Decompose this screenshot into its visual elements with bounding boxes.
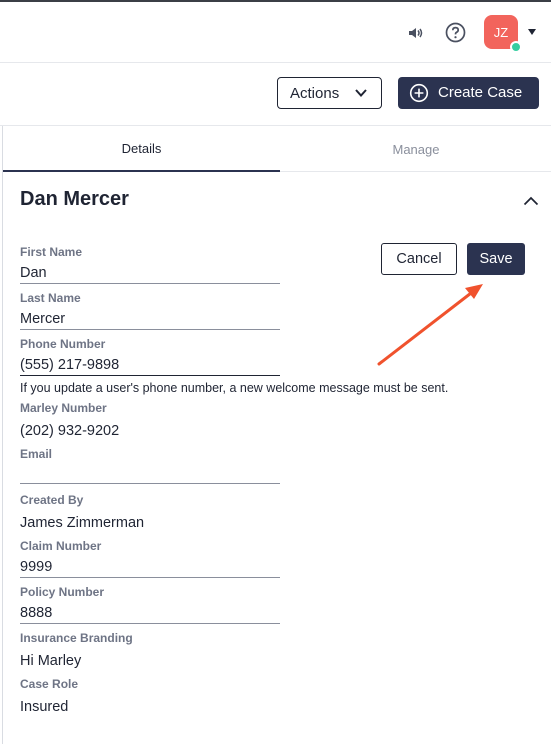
save-button[interactable]: Save (467, 243, 525, 275)
policy-number-label: Policy Number (20, 585, 105, 599)
create-case-button[interactable]: Create Case (398, 77, 539, 109)
chevron-down-icon[interactable] (528, 29, 536, 35)
panel-tabs: Details Manage (3, 126, 551, 172)
plus-circle-icon (409, 83, 429, 103)
annotation-arrow (377, 284, 483, 366)
marley-number-value: (202) 932-9202 (20, 423, 120, 439)
email-input[interactable] (20, 462, 280, 484)
actions-dropdown-button[interactable]: Actions (277, 77, 382, 109)
avatar-initials: JZ (493, 24, 509, 40)
first-name-label: First Name (20, 245, 83, 259)
tab-details[interactable]: Details (3, 126, 280, 172)
case-role-value: Insured (20, 699, 69, 715)
email-label: Email (20, 447, 53, 461)
claim-number-label: Claim Number (20, 539, 102, 553)
last-name-label: Last Name (20, 291, 81, 305)
create-case-label: Create Case (438, 84, 523, 101)
created-by-value: James Zimmerman (20, 515, 145, 531)
last-name-input[interactable] (20, 308, 280, 330)
created-by-label: Created By (20, 493, 84, 507)
help-circle-icon[interactable] (445, 22, 466, 43)
top-bar: JZ (0, 2, 551, 63)
phone-update-hint: If you update a user's phone number, a n… (20, 381, 449, 395)
marley-number-label: Marley Number (20, 401, 107, 415)
case-detail-panel: Details Manage Dan Mercer First Name Las… (2, 126, 551, 744)
phone-number-label: Phone Number (20, 337, 106, 351)
user-name-title: Dan Mercer (20, 188, 129, 210)
policy-number-input[interactable] (20, 602, 280, 624)
phone-number-input[interactable] (20, 354, 280, 376)
online-status-dot (510, 41, 522, 53)
first-name-input[interactable] (20, 262, 280, 284)
insurance-branding-label: Insurance Branding (20, 631, 133, 645)
chevron-up-icon[interactable] (523, 196, 539, 206)
tab-manage[interactable]: Manage (280, 126, 551, 172)
cancel-button[interactable]: Cancel (381, 243, 457, 275)
user-avatar[interactable]: JZ (484, 15, 522, 53)
claim-number-input[interactable] (20, 556, 280, 578)
actions-label: Actions (290, 84, 340, 102)
chevron-down-icon (355, 89, 367, 97)
speaker-icon[interactable] (407, 24, 425, 42)
insurance-branding-value: Hi Marley (20, 653, 82, 669)
action-bar: Actions Create Case (0, 64, 551, 126)
case-role-label: Case Role (20, 677, 79, 691)
